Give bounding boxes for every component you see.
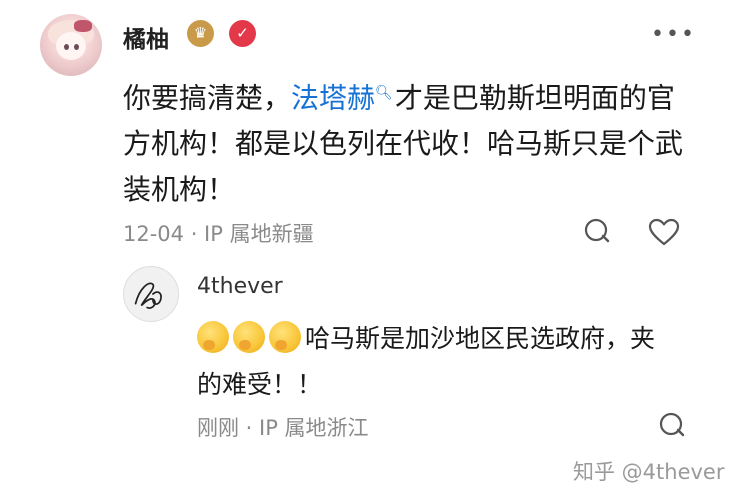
more-options-icon[interactable]: •••	[651, 22, 696, 47]
reply-meta: 刚刚 · IP 属地浙江	[197, 416, 369, 440]
reply-text: 哈马斯是加沙地区民选政府，夹的难受！！	[197, 316, 657, 408]
thinking-face-icon	[269, 321, 301, 353]
reply-username[interactable]: 4thever	[197, 274, 283, 299]
avatar-bow	[74, 20, 92, 32]
reply-text-body: 哈马斯是加沙地区民选政府，夹的难受！！	[197, 324, 656, 399]
comment-username[interactable]: 橘柚	[123, 20, 169, 54]
avatar[interactable]	[40, 14, 102, 76]
comment-bubble-icon[interactable]	[584, 218, 610, 244]
thinking-face-icon	[197, 321, 229, 353]
heart-icon[interactable]	[648, 218, 680, 246]
comment-bubble-icon[interactable]	[659, 412, 685, 438]
crown-icon[interactable]: ♛	[187, 20, 214, 47]
avatar-eye	[64, 44, 69, 50]
avatar-eye	[74, 44, 79, 50]
thinking-face-icon	[233, 321, 265, 353]
reply-avatar[interactable]	[123, 266, 179, 322]
avatar-face	[56, 32, 86, 60]
topic-link[interactable]: 法塔赫	[291, 81, 375, 114]
comment-text-before: 你要搞清楚，	[123, 81, 292, 115]
watermark: 知乎 @4thever	[573, 460, 725, 484]
comment-text: 你要搞清楚，法塔赫🔍︎才是巴勒斯坦明面的官方机构！都是以色列在代收！哈马斯只是个…	[123, 70, 693, 213]
search-icon[interactable]: 🔍︎	[375, 85, 393, 101]
check-circle-icon[interactable]: ✓	[229, 20, 256, 47]
comment-meta: 12-04 · IP 属地新疆	[123, 222, 314, 246]
